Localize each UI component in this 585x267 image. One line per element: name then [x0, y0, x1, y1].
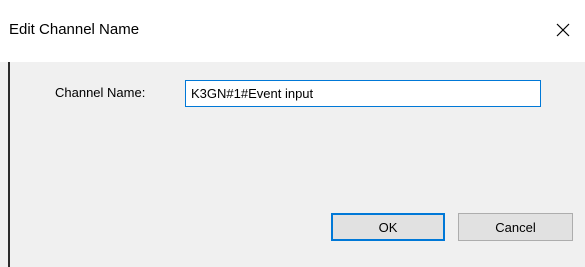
dialog-title: Edit Channel Name — [9, 21, 140, 38]
channel-name-label: Channel Name: — [55, 85, 146, 100]
close-icon — [556, 23, 570, 37]
edit-channel-name-dialog: Edit Channel Name Channel Name: OK Cance… — [0, 0, 585, 267]
channel-name-input[interactable] — [185, 80, 541, 107]
close-button[interactable] — [541, 8, 585, 52]
title-bar: Edit Channel Name — [0, 0, 585, 62]
window-edge — [8, 62, 10, 267]
cancel-button[interactable]: Cancel — [458, 213, 573, 241]
ok-button[interactable]: OK — [331, 213, 445, 241]
